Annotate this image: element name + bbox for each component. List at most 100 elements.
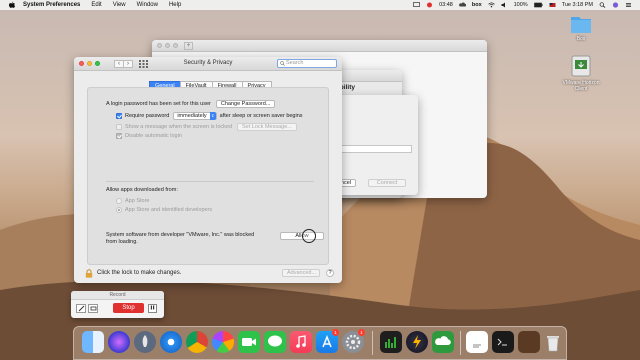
background-window-1-controls [157, 43, 178, 48]
close-icon[interactable] [79, 61, 84, 66]
background-dialog-field[interactable] [330, 145, 412, 153]
safari-icon[interactable] [160, 331, 182, 353]
change-password-button[interactable]: Change Password... [215, 100, 276, 108]
minimize-icon[interactable] [165, 43, 170, 48]
menu-app-name[interactable]: System Preferences [23, 2, 80, 8]
lock-icon[interactable] [85, 268, 93, 278]
lightning-icon [413, 335, 421, 349]
section-divider [106, 181, 314, 182]
window-controls [79, 61, 100, 66]
messages-icon[interactable] [264, 331, 286, 353]
identified-developers-radio[interactable] [116, 207, 122, 213]
help-button[interactable]: ? [326, 269, 334, 277]
blocked-text-line-2: from loading. [106, 239, 138, 245]
system-preferences-badge: 1 [358, 329, 365, 336]
search-input[interactable]: Search [277, 59, 337, 68]
app-store-row: App Store [116, 198, 149, 204]
speed-app-icon[interactable] [406, 331, 428, 353]
vmware-horizon-dock-icon[interactable] [432, 331, 454, 353]
siri-icon[interactable] [612, 2, 619, 8]
zoom-icon[interactable] [95, 61, 100, 66]
blocked-text-line-1: System software from developer "VMware, … [106, 232, 254, 238]
music-icon[interactable] [290, 331, 312, 353]
document-icon[interactable] [466, 331, 488, 353]
photos-icon[interactable] [212, 331, 234, 353]
music-note-icon [296, 335, 306, 348]
app-store-label: App Store [125, 198, 150, 204]
menu-help[interactable]: Help [169, 2, 181, 8]
search-icon [280, 61, 285, 66]
chevron-updown-icon: ⇕ [209, 112, 216, 120]
trash-can-icon [547, 336, 559, 352]
security-privacy-window[interactable]: ‹ › Security & Privacy Search General Fi… [74, 57, 342, 283]
trash-icon[interactable] [542, 331, 564, 353]
pause-button[interactable] [148, 304, 157, 313]
allow-apps-label: Allow apps downloaded from: [106, 187, 178, 193]
box-desktop-label: Box [576, 36, 586, 42]
new-tab-button[interactable]: + [184, 41, 193, 50]
activity-monitor-icon[interactable] [380, 331, 402, 353]
battery-icon[interactable] [533, 2, 543, 8]
apple-icon[interactable] [8, 1, 16, 9]
show-all-grid-icon[interactable] [139, 59, 148, 68]
require-password-label: Require password [125, 113, 170, 119]
terminal-icon[interactable] [492, 331, 514, 353]
wifi-icon[interactable] [487, 2, 495, 8]
vmware-desktop-icon[interactable]: VMware Horizon Client [558, 54, 604, 92]
advanced-button[interactable]: Advanced... [282, 269, 320, 277]
page-icon [473, 344, 481, 348]
login-password-row: A login password has been set for this u… [106, 100, 276, 108]
require-password-suffix: after sleep or screen saver begins [219, 113, 303, 119]
rectangle-icon [90, 306, 96, 311]
allow-apps-row: Allow apps downloaded from: [106, 187, 178, 193]
background-connect-button[interactable]: Connect [368, 179, 406, 187]
menu-window[interactable]: Window [137, 2, 158, 8]
volume-icon[interactable] [501, 2, 508, 8]
app-store-badge: 1 [332, 329, 339, 336]
chrome-icon[interactable] [186, 331, 208, 353]
stop-button[interactable]: Stop [113, 303, 144, 313]
require-password-select[interactable]: immediately ⇕ [173, 112, 217, 120]
blocked-text-1: System software from developer "VMware, … [106, 232, 255, 238]
siri-dock-icon[interactable] [108, 331, 130, 353]
menu-edit[interactable]: Edit [91, 2, 101, 8]
security-window-titlebar[interactable]: ‹ › Security & Privacy Search [74, 57, 342, 71]
zoom-icon[interactable] [173, 43, 178, 48]
cast-icon[interactable] [413, 2, 420, 8]
record-title: Record [71, 291, 164, 300]
search-placeholder: Search [286, 60, 304, 66]
box-desktop-icon[interactable]: Box [566, 14, 596, 42]
box-menu[interactable]: box [472, 2, 482, 8]
facetime-icon[interactable] [238, 331, 260, 353]
vmware-desktop-label: VMware Horizon Client [562, 80, 600, 92]
show-message-checkbox[interactable] [116, 124, 122, 130]
menu-view[interactable]: View [113, 2, 126, 8]
pen-tool-button[interactable] [76, 304, 86, 313]
battery-percent: 100% [513, 2, 528, 8]
close-icon[interactable] [157, 43, 162, 48]
spotlight-icon[interactable] [599, 2, 606, 8]
rectangle-tool-button[interactable] [88, 304, 98, 313]
recording-icon[interactable] [426, 2, 433, 8]
require-password-checkbox[interactable] [116, 113, 122, 119]
dock-separator [372, 331, 373, 355]
launchpad-icon[interactable] [134, 331, 156, 353]
set-lock-message-button[interactable]: Set Lock Message... [237, 123, 297, 131]
cloud-icon[interactable] [458, 2, 466, 8]
disable-autologin-checkbox[interactable] [116, 133, 122, 139]
forward-button[interactable]: › [123, 59, 133, 68]
menu-clock[interactable]: Tue 3:18 PM [562, 2, 593, 8]
require-password-value: immediately [177, 113, 207, 119]
finder-icon[interactable] [82, 331, 104, 353]
cursor-icon [302, 229, 316, 243]
notification-center-icon[interactable] [625, 2, 632, 8]
app-store-radio[interactable] [116, 198, 122, 204]
minimize-icon[interactable] [87, 61, 92, 66]
disable-autologin-row: Disable automatic login [116, 133, 182, 139]
background-window-1-titlebar[interactable]: + [152, 40, 487, 52]
recording-time: 03:48 [439, 2, 453, 8]
downloads-stack-icon[interactable] [518, 331, 540, 353]
video-camera-icon [242, 338, 256, 346]
flag-icon[interactable] [549, 2, 556, 8]
record-widget[interactable]: Record Stop [71, 291, 164, 318]
